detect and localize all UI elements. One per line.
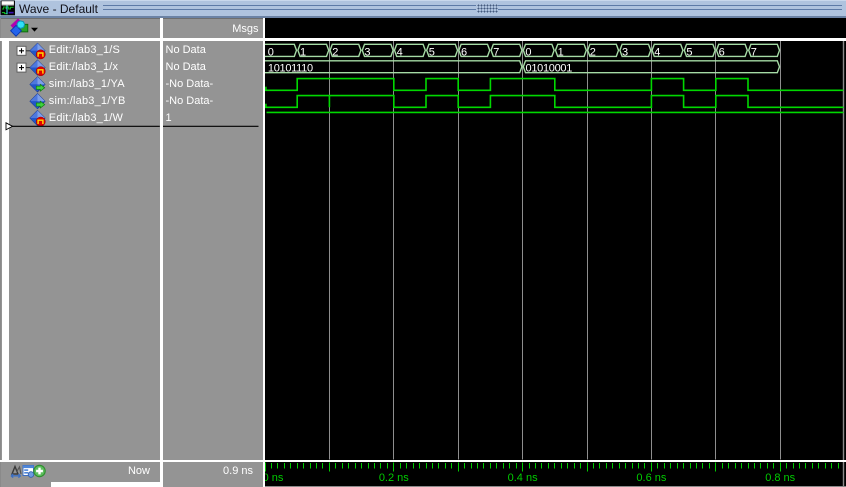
svg-text:0.4 ns: 0.4 ns xyxy=(508,472,538,484)
svg-text:3: 3 xyxy=(364,46,370,58)
svg-text:4: 4 xyxy=(397,46,403,58)
svg-text:0: 0 xyxy=(525,46,531,58)
svg-text:1: 1 xyxy=(558,46,564,58)
svg-text:5: 5 xyxy=(686,46,692,58)
svg-text:2: 2 xyxy=(332,46,338,58)
svg-text:4: 4 xyxy=(654,46,660,58)
svg-text:1: 1 xyxy=(300,46,306,58)
svg-text:0.8 ns: 0.8 ns xyxy=(765,472,795,484)
svg-text:0.2 ns: 0.2 ns xyxy=(379,472,409,484)
svg-text:01010001: 01010001 xyxy=(526,63,573,75)
svg-text:0 ns: 0 ns xyxy=(263,472,284,484)
svg-text:6: 6 xyxy=(461,46,467,58)
svg-text:6: 6 xyxy=(719,46,725,58)
svg-text:0.6 ns: 0.6 ns xyxy=(636,472,666,484)
svg-text:10101110: 10101110 xyxy=(268,63,313,75)
svg-text:7: 7 xyxy=(751,46,757,58)
svg-text:5: 5 xyxy=(429,46,435,58)
svg-text:0: 0 xyxy=(268,46,274,58)
svg-text:7: 7 xyxy=(493,46,499,58)
svg-text:2: 2 xyxy=(590,46,596,58)
svg-text:3: 3 xyxy=(622,46,628,58)
